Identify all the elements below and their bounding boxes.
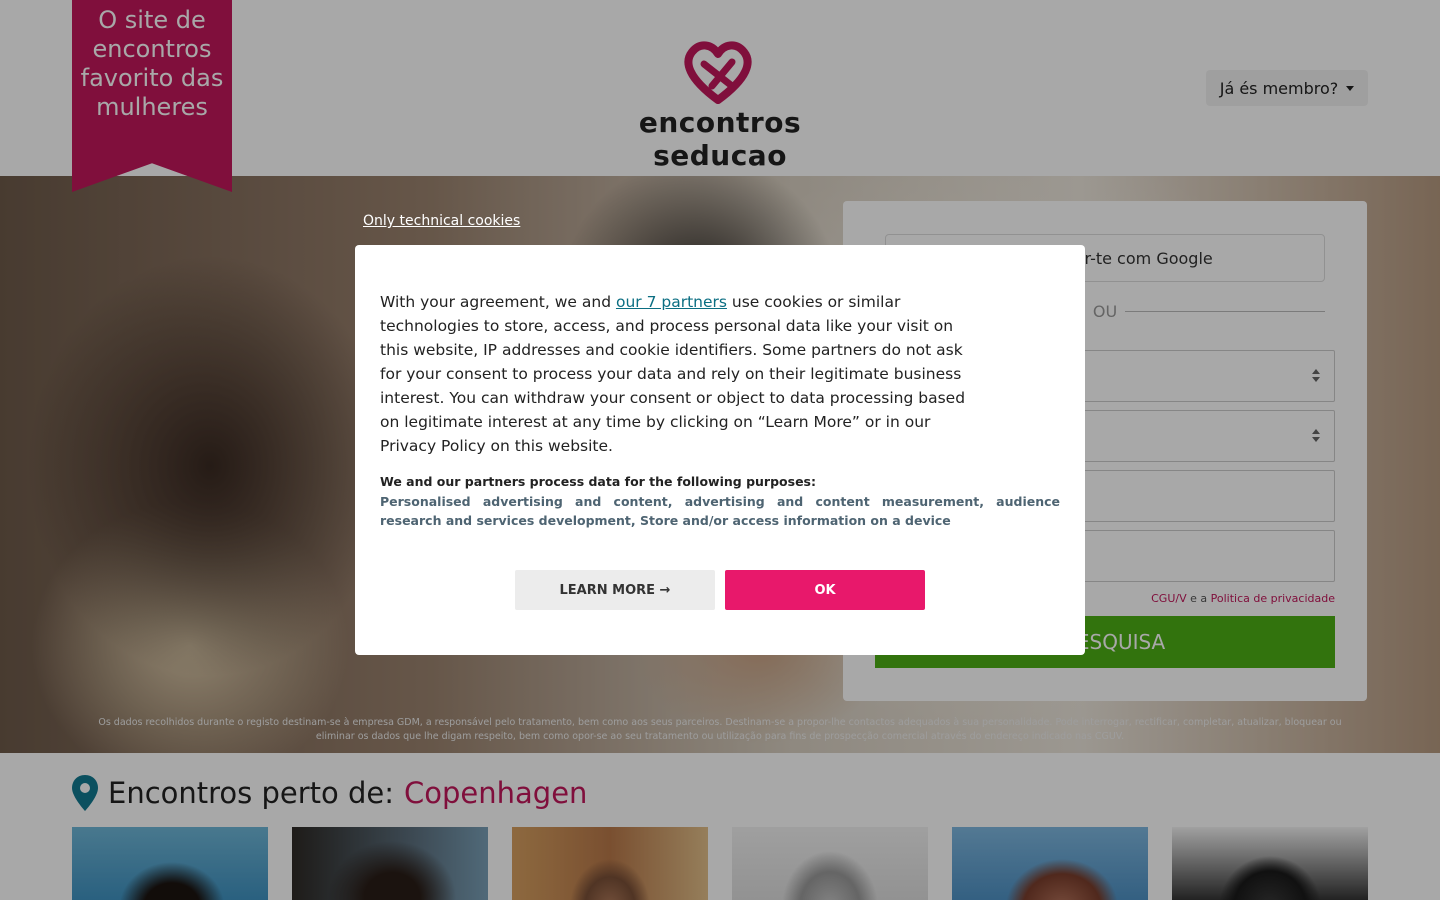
ok-label: OK	[814, 582, 836, 598]
learn-more-label: LEARN MORE →	[559, 582, 671, 598]
consent-intro-before: With your agreement, we and	[380, 293, 616, 311]
partners-link[interactable]: our 7 partners	[616, 293, 727, 311]
consent-intro-after: use cookies or similar technologies to s…	[380, 293, 966, 455]
learn-more-button[interactable]: LEARN MORE →	[515, 570, 715, 610]
technical-cookies-link[interactable]: Only technical cookies	[363, 213, 520, 229]
cookie-consent-modal: With your agreement, we and our 7 partne…	[355, 245, 1085, 655]
purposes-list: Personalised advertising and content, ad…	[380, 494, 1060, 528]
ok-button[interactable]: OK	[725, 570, 925, 610]
purposes-heading: We and our partners process data for the…	[380, 474, 816, 489]
consent-text: With your agreement, we and our 7 partne…	[380, 290, 980, 458]
